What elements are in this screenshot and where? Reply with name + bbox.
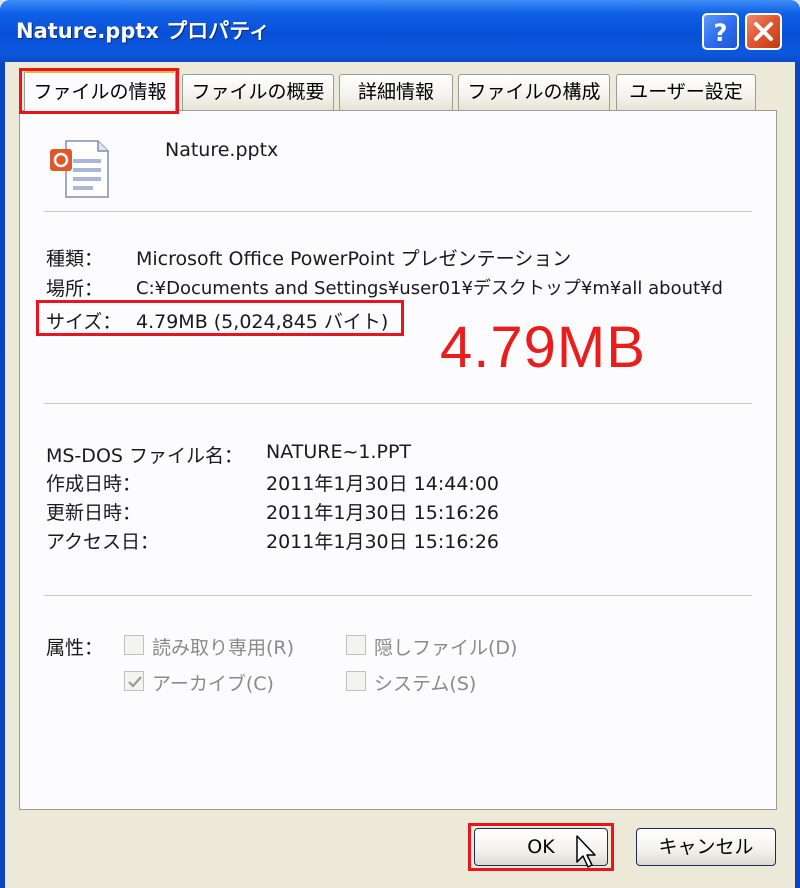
tab-file-structure[interactable]: ファイルの構成 bbox=[458, 74, 610, 110]
msdos-name-label: MS-DOS ファイル名： bbox=[46, 445, 243, 467]
archive-label: アーカイブ(C) bbox=[152, 673, 274, 695]
cancel-button[interactable]: キャンセル bbox=[636, 828, 776, 866]
separator bbox=[44, 595, 752, 597]
tab-details[interactable]: 詳細情報 bbox=[339, 74, 453, 110]
created-label: 作成日時： bbox=[46, 473, 142, 495]
attributes-label: 属性： bbox=[46, 637, 104, 659]
tab-panel: Nature.pptx 種類： Microsoft Office PowerPo… bbox=[19, 110, 777, 810]
help-icon: ? bbox=[714, 19, 728, 47]
mouse-cursor-icon bbox=[576, 835, 596, 868]
powerpoint-file-icon bbox=[50, 140, 109, 198]
close-button[interactable] bbox=[745, 13, 782, 50]
separator bbox=[44, 403, 752, 405]
type-label: 種類： bbox=[46, 248, 104, 270]
title-bar[interactable]: Nature.pptx プロパティ ? bbox=[0, 0, 800, 62]
readonly-checkbox[interactable] bbox=[124, 635, 144, 655]
location-label: 場所： bbox=[46, 278, 104, 300]
separator bbox=[44, 211, 752, 213]
tab-highlight-box bbox=[19, 68, 179, 114]
archive-checkbox[interactable] bbox=[124, 671, 144, 691]
svg-text:?: ? bbox=[714, 19, 728, 47]
system-label: システム(S) bbox=[374, 673, 477, 695]
type-value: Microsoft Office PowerPoint プレゼンテーション bbox=[136, 248, 572, 270]
file-name: Nature.pptx bbox=[165, 139, 279, 161]
created-value: 2011年1月30日 14:44:00 bbox=[266, 473, 499, 495]
window-title: Nature.pptx プロパティ bbox=[16, 19, 271, 43]
hidden-checkbox[interactable] bbox=[346, 635, 366, 655]
properties-dialog: Nature.pptx プロパティ ? ファイルの情報 ファイルの概要 詳細情報… bbox=[0, 0, 800, 888]
tab-user-settings[interactable]: ユーザー設定 bbox=[616, 74, 756, 110]
hidden-label: 隠しファイル(D) bbox=[374, 637, 518, 659]
size-annotation: 4.79MB bbox=[440, 315, 646, 380]
readonly-label: 読み取り専用(R) bbox=[152, 637, 295, 659]
location-value: C:¥Documents and Settings¥user01¥デスクトップ¥… bbox=[136, 278, 723, 299]
modified-value: 2011年1月30日 15:16:26 bbox=[266, 502, 499, 524]
check-icon bbox=[128, 676, 142, 688]
close-icon bbox=[754, 22, 773, 41]
modified-label: 更新日時： bbox=[46, 502, 142, 524]
msdos-name-value: NATURE~1.PPT bbox=[266, 441, 412, 463]
help-button[interactable]: ? bbox=[702, 13, 739, 50]
accessed-label: アクセス日： bbox=[46, 531, 160, 553]
size-highlight-box bbox=[36, 300, 404, 336]
tab-file-summary[interactable]: ファイルの概要 bbox=[182, 74, 334, 110]
accessed-value: 2011年1月30日 15:16:26 bbox=[266, 531, 499, 553]
system-checkbox[interactable] bbox=[346, 671, 366, 691]
